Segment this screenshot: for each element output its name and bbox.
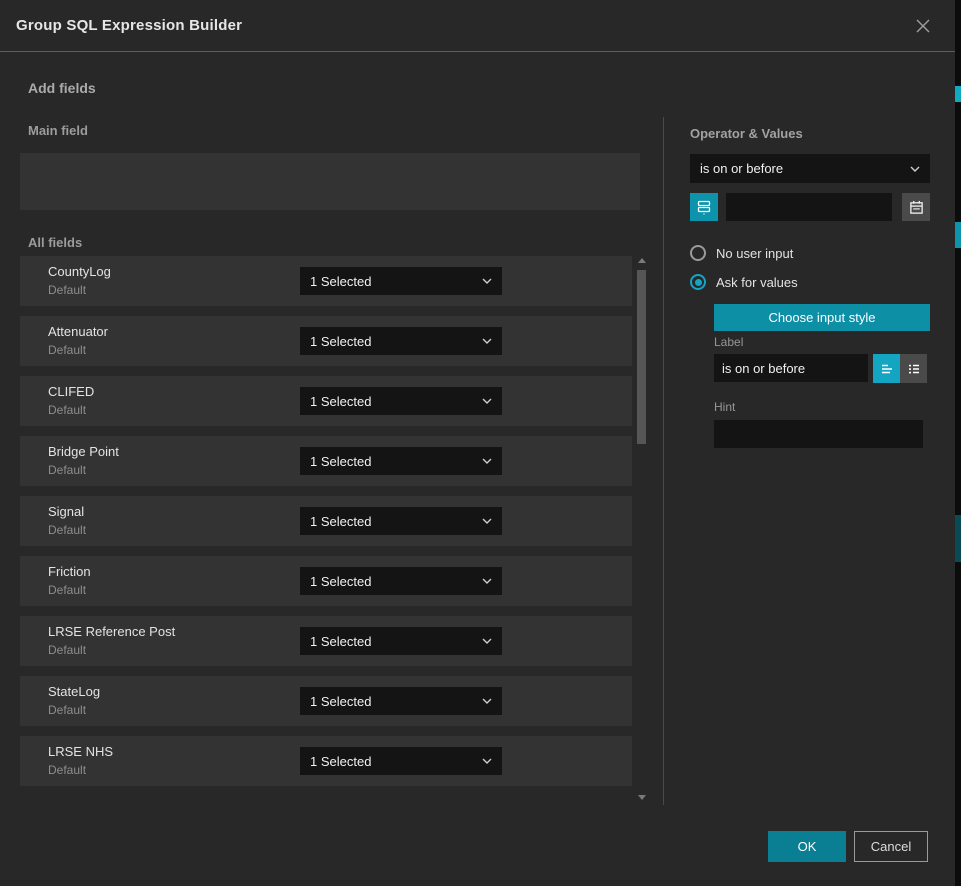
field-sublabel: Default: [48, 403, 86, 417]
field-selected-dropdown[interactable]: 1 Selected: [300, 687, 502, 715]
selected-count-label: 1 Selected: [310, 454, 476, 469]
radio-no-user-input[interactable]: No user input: [690, 245, 793, 261]
field-sublabel: Default: [48, 523, 86, 537]
selected-count-label: 1 Selected: [310, 514, 476, 529]
label-label: Label: [714, 335, 743, 349]
field-sublabel: Default: [48, 343, 86, 357]
field-sublabel: Default: [48, 763, 86, 777]
fields-scrollbar[interactable]: [636, 256, 647, 802]
chevron-down-icon: [482, 758, 492, 764]
field-selected-dropdown[interactable]: 1 Selected: [300, 507, 502, 535]
field-sublabel: Default: [48, 463, 86, 477]
field-selected-dropdown[interactable]: 1 Selected: [300, 627, 502, 655]
add-fields-heading: Add fields: [28, 80, 96, 96]
text-input-style-icon[interactable]: [873, 354, 900, 383]
field-name: LRSE Reference Post: [48, 624, 175, 639]
field-sublabel: Default: [48, 703, 86, 717]
list-style-icon[interactable]: [900, 354, 927, 383]
radio-label: No user input: [716, 246, 793, 261]
close-icon[interactable]: [913, 16, 933, 36]
field-selected-dropdown[interactable]: 1 Selected: [300, 267, 502, 295]
field-selected-dropdown[interactable]: 1 Selected: [300, 447, 502, 475]
field-name: CountyLog: [48, 264, 111, 279]
selected-count-label: 1 Selected: [310, 394, 476, 409]
operator-values-heading: Operator & Values: [690, 126, 803, 141]
field-selected-dropdown[interactable]: 1 Selected: [300, 327, 502, 355]
chevron-down-icon: [482, 278, 492, 284]
field-sublabel: Default: [48, 583, 86, 597]
selected-count-label: 1 Selected: [310, 634, 476, 649]
hint-label: Hint: [714, 400, 735, 414]
selected-count-label: 1 Selected: [310, 754, 476, 769]
panel-divider: [663, 117, 664, 805]
field-name: Attenuator: [48, 324, 108, 339]
choose-input-style-button[interactable]: Choose input style: [714, 304, 930, 331]
unique-values-icon[interactable]: [690, 193, 718, 221]
dialog-title: Group SQL Expression Builder: [16, 17, 913, 34]
chevron-down-icon: [482, 398, 492, 404]
field-row: Friction Default 1 Selected: [20, 556, 632, 606]
group-sql-expression-builder-dialog: Group SQL Expression Builder Add fields …: [0, 0, 955, 886]
field-row: CountyLog Default 1 Selected: [20, 256, 632, 306]
selected-count-label: 1 Selected: [310, 274, 476, 289]
scrollbar-thumb[interactable]: [637, 270, 646, 444]
chevron-down-icon: [482, 458, 492, 464]
field-selected-dropdown[interactable]: 1 Selected: [300, 387, 502, 415]
field-name: StateLog: [48, 684, 100, 699]
field-row: Bridge Point Default 1 Selected: [20, 436, 632, 486]
background-fragment: [955, 222, 961, 248]
field-name: LRSE NHS: [48, 744, 113, 759]
chevron-down-icon: [482, 518, 492, 524]
selected-count-label: 1 Selected: [310, 574, 476, 589]
chevron-down-icon: [910, 166, 920, 172]
main-field-heading: Main field: [28, 123, 88, 138]
field-name: Bridge Point: [48, 444, 119, 459]
radio-circle-icon: [690, 245, 706, 261]
radio-circle-selected-icon: [690, 274, 706, 290]
ok-button[interactable]: OK: [768, 831, 846, 862]
field-row: LRSE Reference Post Default 1 Selected: [20, 616, 632, 666]
field-row: Signal Default 1 Selected: [20, 496, 632, 546]
operator-value: is on or before: [700, 161, 904, 176]
main-field-panel: CountyLog | Default From Date: [20, 153, 640, 210]
chevron-down-icon: [482, 338, 492, 344]
selected-count-label: 1 Selected: [310, 694, 476, 709]
background-fragment: [955, 86, 961, 102]
field-row: CLIFED Default 1 Selected: [20, 376, 632, 426]
background-app-edge: [955, 0, 961, 886]
field-row: LRSE NHS Default 1 Selected: [20, 736, 632, 786]
cancel-button[interactable]: Cancel: [854, 831, 928, 862]
field-name: Friction: [48, 564, 91, 579]
chevron-down-icon: [482, 698, 492, 704]
radio-label: Ask for values: [716, 275, 798, 290]
scrollbar-up-arrow-icon[interactable]: [638, 258, 646, 263]
hint-input[interactable]: [714, 420, 923, 448]
dialog-titlebar: Group SQL Expression Builder: [0, 0, 955, 52]
calendar-picker-icon[interactable]: [902, 193, 930, 221]
chevron-down-icon: [482, 578, 492, 584]
chevron-down-icon: [482, 638, 492, 644]
date-value-input[interactable]: [726, 193, 892, 221]
field-sublabel: Default: [48, 283, 86, 297]
field-row: StateLog Default 1 Selected: [20, 676, 632, 726]
radio-ask-for-values[interactable]: Ask for values: [690, 274, 798, 290]
operator-dropdown[interactable]: is on or before: [690, 154, 930, 183]
scrollbar-down-arrow-icon[interactable]: [638, 795, 646, 800]
field-name: Signal: [48, 504, 84, 519]
screen: Group SQL Expression Builder Add fields …: [0, 0, 961, 886]
field-name: CLIFED: [48, 384, 94, 399]
selected-count-label: 1 Selected: [310, 334, 476, 349]
all-fields-heading: All fields: [28, 235, 82, 250]
field-selected-dropdown[interactable]: 1 Selected: [300, 747, 502, 775]
label-input[interactable]: [714, 354, 868, 382]
field-sublabel: Default: [48, 643, 86, 657]
field-row: Attenuator Default 1 Selected: [20, 316, 632, 366]
background-fragment: [955, 515, 961, 562]
value-input-row: [690, 193, 930, 221]
field-selected-dropdown[interactable]: 1 Selected: [300, 567, 502, 595]
all-fields-list: CountyLog Default 1 Selected Attenuator …: [20, 256, 632, 796]
